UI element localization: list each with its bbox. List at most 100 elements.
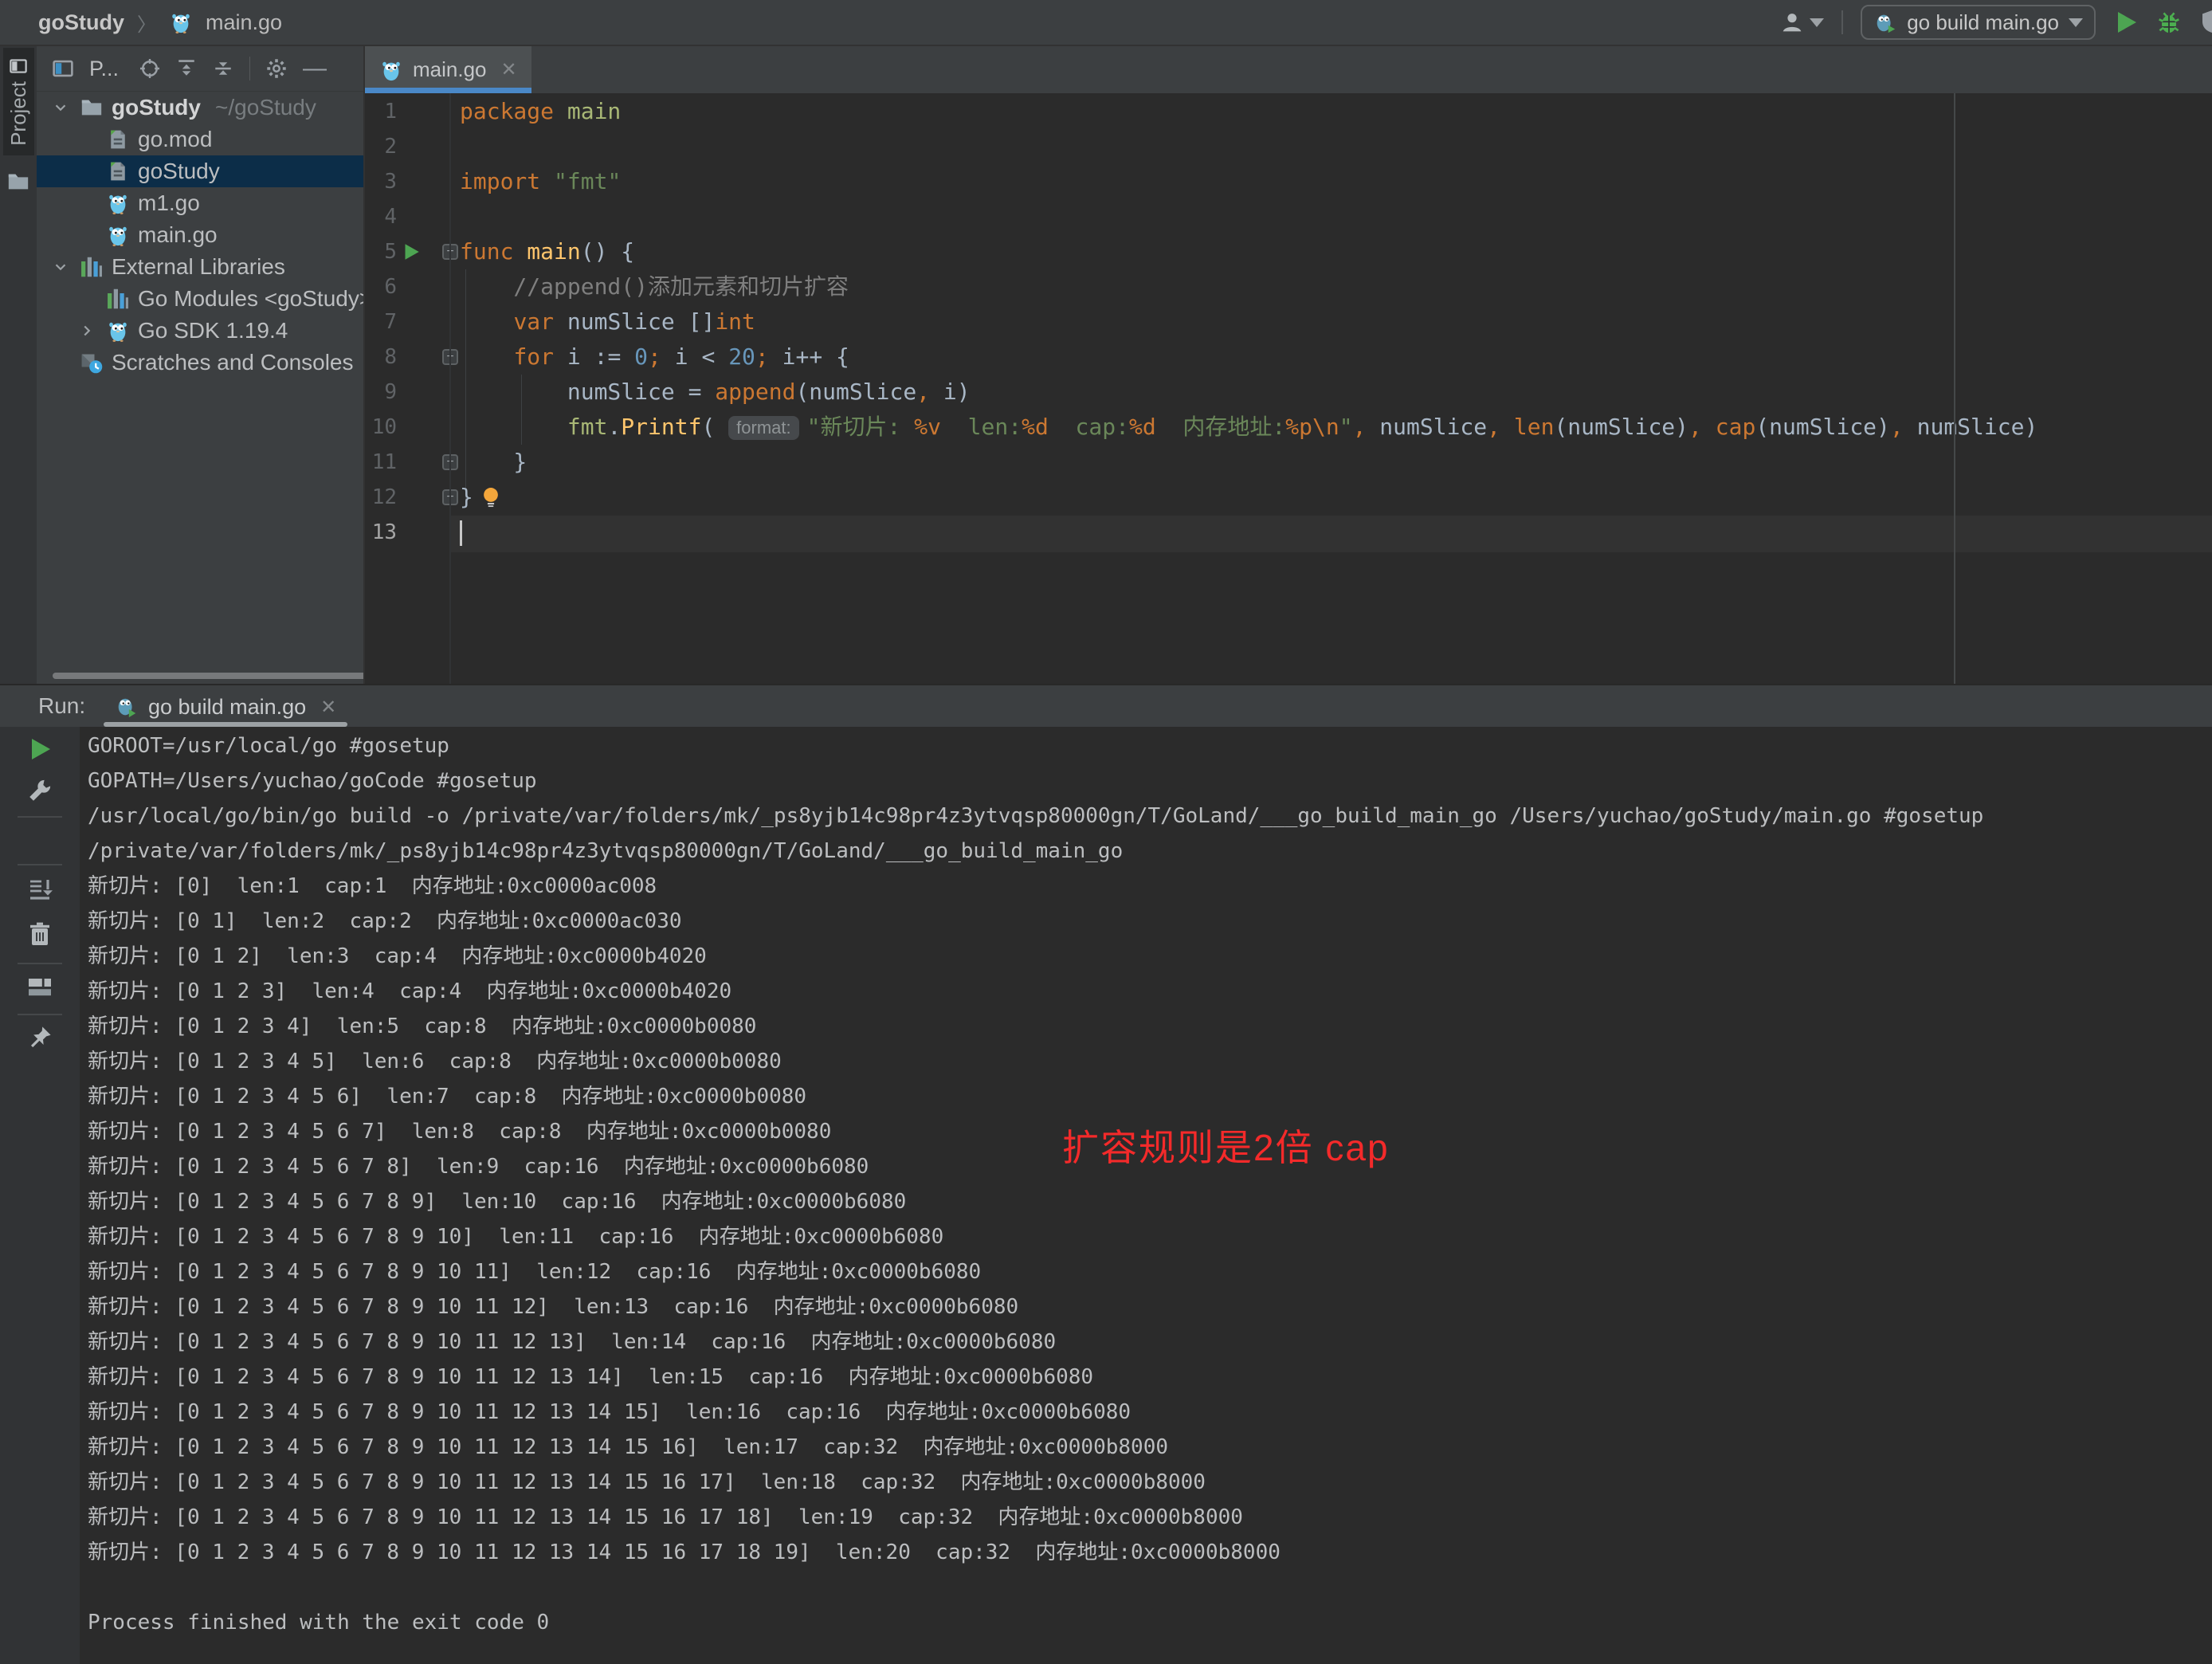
tree-item-go-sdk-1-19-4[interactable]: Go SDK 1.19.4	[37, 315, 363, 347]
header-separator	[249, 57, 250, 80]
tree-item-label: Go Modules <goStudy>	[138, 286, 363, 312]
debug-button[interactable]	[2156, 10, 2182, 35]
tree-item-m1-go[interactable]: m1.go	[37, 187, 363, 219]
run-panel-label: Run:	[38, 685, 85, 728]
code-line[interactable]: var numSlice []int	[450, 304, 2212, 339]
line-number: 6	[365, 269, 397, 304]
close-tab-icon[interactable]: ✕	[501, 58, 517, 81]
libs-icon	[78, 251, 105, 283]
chevron-down-icon[interactable]	[49, 251, 72, 283]
toolbar-separator	[18, 963, 62, 964]
close-run-tab-icon[interactable]: ✕	[320, 696, 336, 719]
project-view-selector[interactable]: P...	[89, 57, 119, 81]
tree-item-go-mod[interactable]: go.mod	[37, 124, 363, 155]
console-line: /usr/local/go/bin/go build -o /private/v…	[88, 799, 2212, 834]
coverage-shield-icon[interactable]	[2199, 9, 2212, 36]
toolbar-actions: go build main.go	[1779, 5, 2212, 40]
tree-item-main-go[interactable]: main.go	[37, 219, 363, 251]
console-line: 新切片: [0 1 2] len:3 cap:4 内存地址:0xc0000b40…	[88, 939, 2212, 974]
expand-all-button[interactable]	[176, 58, 197, 79]
editor-body[interactable]: 12345−678−91011−12−13 package mainimport…	[365, 93, 2212, 684]
settings-gear-button[interactable]	[266, 58, 287, 79]
chevron-spacer	[76, 155, 98, 187]
libs-icon	[104, 283, 131, 315]
tab-main-go[interactable]: main.go ✕	[365, 46, 531, 93]
code-line[interactable]: func main() {	[450, 234, 2212, 269]
chevron-spacer	[76, 124, 98, 155]
locate-file-button[interactable]	[139, 58, 160, 79]
scroll-to-end-button[interactable]	[27, 877, 53, 902]
breadcrumb-file[interactable]: main.go	[206, 10, 282, 35]
code-line[interactable]: //append()添加元素和切片扩容	[450, 269, 2212, 304]
code-line[interactable]	[450, 129, 2212, 164]
code-line[interactable]: import "fmt"	[450, 164, 2212, 199]
hide-panel-button[interactable]: —	[303, 61, 327, 77]
chevron-down-icon[interactable]	[49, 92, 72, 124]
line-number: 10	[365, 410, 397, 445]
edit-configuration-wrench-button[interactable]	[27, 778, 53, 803]
run-tab-label: go build main.go	[148, 695, 306, 720]
tool-window-icon	[53, 58, 73, 79]
code-line[interactable]	[450, 199, 2212, 234]
code-line[interactable]: fmt.Printf( format:"新切片: %v len:%d cap:%…	[450, 410, 2212, 445]
rerun-button[interactable]	[27, 736, 53, 762]
project-tool-window: P... — goStudy~/goStudygo.modgoStudy m1.g…	[37, 46, 365, 684]
project-panel-header: P... —	[37, 46, 363, 92]
line-number: 3	[365, 164, 397, 199]
user-account-button[interactable]	[1779, 10, 1824, 35]
tool-window-icon	[10, 57, 27, 75]
tree-item-go-modules-gostudy[interactable]: Go Modules <goStudy>	[37, 283, 363, 315]
tree-item-scratches-and-consoles[interactable]: Scratches and Consoles	[37, 347, 363, 379]
gopher-icon	[104, 187, 131, 219]
editor-code[interactable]: package main import "fmt" func main() { //…	[450, 94, 2212, 684]
intention-bulb-icon[interactable]	[480, 486, 502, 510]
run-configuration-select[interactable]: go build main.go	[1861, 5, 2096, 40]
tree-item-gostudy[interactable]: goStudy	[37, 155, 363, 187]
console-line: 新切片: [0 1 2 3 4 5 6 7 8 9 10 11 12 13 14…	[88, 1360, 2212, 1395]
tree-item-label: Scratches and Consoles	[112, 350, 354, 375]
tree-item-label: m1.go	[138, 190, 200, 216]
line-number: 7	[365, 304, 397, 339]
console-output[interactable]: GOROOT=/usr/local/go #gosetupGOPATH=/Use…	[80, 727, 2212, 1664]
breadcrumb-project[interactable]: goStudy	[38, 10, 124, 35]
text-cursor	[460, 520, 462, 546]
tab-label: main.go	[413, 57, 487, 82]
line-number: 9	[365, 375, 397, 410]
code-line[interactable]: package main	[450, 94, 2212, 129]
run-button[interactable]	[2113, 10, 2139, 35]
code-line[interactable]: for i := 0; i < 20; i++ {	[450, 339, 2212, 375]
run-configuration-label: go build main.go	[1907, 10, 2059, 35]
editor-tab-bar: main.go ✕	[365, 46, 2212, 93]
tree-item-external-libraries[interactable]: External Libraries	[37, 251, 363, 283]
go-gopher-icon	[379, 58, 403, 82]
run-line-icon[interactable]	[402, 234, 422, 269]
console-line: 新切片: [0 1 2 3 4 5 6 7 8 9 10 11] len:12 …	[88, 1254, 2212, 1289]
project-stripe-button[interactable]: Project	[3, 48, 34, 155]
line-number: 11	[365, 445, 397, 480]
code-line[interactable]: }	[450, 445, 2212, 480]
line-number: 2	[365, 129, 397, 164]
folder-icon[interactable]	[6, 170, 30, 194]
pin-tab-button[interactable]	[27, 1025, 53, 1050]
file-icon	[104, 124, 131, 155]
tree-item-gostudy[interactable]: goStudy~/goStudy	[37, 92, 363, 124]
chevron-right-icon[interactable]	[76, 315, 98, 347]
console-line: 新切片: [0 1 2 3 4] len:5 cap:8 内存地址:0xc000…	[88, 1009, 2212, 1044]
line-number: 12	[365, 480, 397, 515]
restore-layout-button[interactable]	[27, 974, 53, 999]
main-toolbar: goStudy 〉 main.go go build main.go	[0, 0, 2212, 46]
code-line[interactable]: numSlice = append(numSlice, i)	[450, 375, 2212, 410]
clear-console-trash-button[interactable]	[27, 921, 53, 947]
chevron-spacer	[76, 187, 98, 219]
collapse-all-button[interactable]	[213, 58, 233, 79]
code-line[interactable]	[450, 515, 2212, 550]
code-line[interactable]: }	[450, 480, 2212, 515]
editor-area: main.go ✕ 12345−678−91011−12−13 package …	[365, 46, 2212, 684]
run-panel-header: Run: go build main.go ✕	[0, 684, 2212, 727]
stop-button[interactable]	[27, 827, 53, 853]
scratch-icon	[78, 347, 105, 379]
toolbar-separator	[18, 816, 62, 818]
run-tab[interactable]: go build main.go ✕	[104, 685, 347, 728]
console-line: Process finished with the exit code 0	[88, 1605, 2212, 1640]
project-horizontal-scrollbar[interactable]	[53, 673, 365, 679]
